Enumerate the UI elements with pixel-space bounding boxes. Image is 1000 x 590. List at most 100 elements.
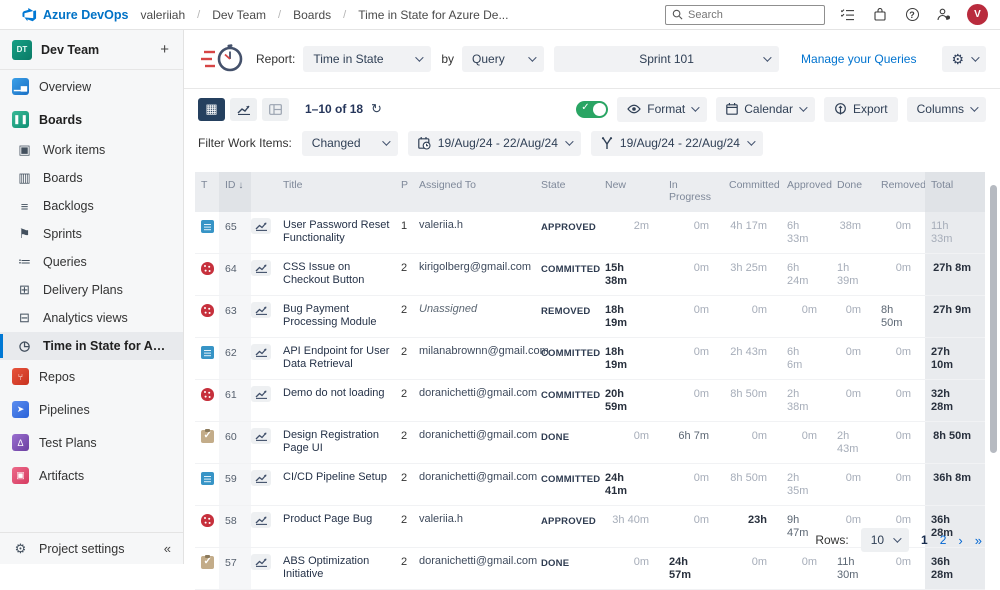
query-select[interactable]: Sprint 101 xyxy=(554,46,779,72)
breadcrumb-org[interactable]: valeriiah xyxy=(140,8,185,22)
col-done[interactable]: Done xyxy=(831,172,875,212)
sidebar-item-work-items[interactable]: ▣ Work items xyxy=(0,136,183,164)
collapse-sidebar-button[interactable]: « xyxy=(164,541,171,556)
task-list-icon[interactable] xyxy=(839,6,857,24)
sidebar-item-test-plans[interactable]: Δ Test Plans xyxy=(0,426,183,459)
col-in-progress[interactable]: In Progress xyxy=(663,172,723,212)
search-input[interactable] xyxy=(688,9,808,21)
report-select[interactable]: Time in State xyxy=(303,46,431,72)
row-chart-button[interactable] xyxy=(251,218,271,234)
row-chart-button[interactable] xyxy=(251,260,271,276)
sidebar-item-overview[interactable]: ▁▄ Overview xyxy=(0,70,183,103)
sidebar-item-boards[interactable]: ▥ Boards xyxy=(0,164,183,192)
fork-icon xyxy=(601,137,613,150)
col-priority[interactable]: P xyxy=(395,172,413,212)
col-type[interactable]: T xyxy=(195,172,219,212)
sidebar-item-sprints[interactable]: ⚑ Sprints xyxy=(0,220,183,248)
marketplace-bag-icon[interactable] xyxy=(871,6,889,24)
table-row[interactable]: 61 Demo do not loading 2 doranichetti@gm… xyxy=(195,380,985,422)
row-chart-button[interactable] xyxy=(251,470,271,486)
columns-button[interactable]: Columns xyxy=(907,97,986,122)
sidebar-item-delivery-plans[interactable]: ⊞ Delivery Plans xyxy=(0,276,183,304)
table-row[interactable]: 62 API Endpoint for User Data Retrieval … xyxy=(195,338,985,380)
report-label: Report: xyxy=(256,52,295,66)
time-new: 24h 41m xyxy=(599,464,663,505)
sidebar-item-boards-hub[interactable]: ❚❚ Boards xyxy=(0,103,183,136)
sidebar-item-artifacts[interactable]: ▣ Artifacts xyxy=(0,459,183,492)
page-2[interactable]: 2 xyxy=(940,533,947,547)
board-view-button[interactable] xyxy=(262,98,289,121)
table-row[interactable]: 57 ABS Optimization Initiative 2 doranic… xyxy=(195,548,985,590)
col-removed[interactable]: Removed xyxy=(875,172,925,212)
refresh-icon[interactable]: ↻ xyxy=(371,101,382,117)
row-chart-button[interactable] xyxy=(251,554,271,570)
col-assigned-to[interactable]: Assigned To xyxy=(413,172,535,212)
time-removed: 0m xyxy=(875,464,925,505)
sidebar-item-analytics-views[interactable]: ⊟ Analytics views xyxy=(0,304,183,332)
last-page-icon[interactable]: » xyxy=(975,533,982,548)
breadcrumb-project[interactable]: Dev Team xyxy=(212,8,266,22)
mode-select[interactable]: Query xyxy=(462,46,544,72)
row-chart-button[interactable] xyxy=(251,512,271,528)
sidebar-item-repos[interactable]: ⑂ Repos xyxy=(0,360,183,393)
work-item-title: Product Page Bug xyxy=(277,506,395,547)
row-chart-button[interactable] xyxy=(251,386,271,402)
sidebar-item-queries[interactable]: ≔ Queries xyxy=(0,248,183,276)
sidebar-item-backlogs[interactable]: ≡ Backlogs xyxy=(0,192,183,220)
export-button[interactable]: Export xyxy=(824,97,898,122)
line-chart-icon xyxy=(255,347,268,357)
page-1[interactable]: 1 xyxy=(921,533,928,547)
state-label: APPROVED xyxy=(535,506,599,547)
line-chart-icon xyxy=(255,221,268,231)
work-item-id: 58 xyxy=(225,515,237,528)
col-committed[interactable]: Committed xyxy=(723,172,781,212)
help-icon[interactable]: ? xyxy=(903,6,921,24)
breadcrumb-page[interactable]: Time in State for Azure De... xyxy=(358,8,508,22)
row-chart-button[interactable] xyxy=(251,428,271,444)
row-chart-button[interactable] xyxy=(251,302,271,318)
table-row[interactable]: 63 Bug Payment Processing Module 2 Unass… xyxy=(195,296,985,338)
breadcrumb-hub[interactable]: Boards xyxy=(293,8,331,22)
user-avatar[interactable]: V xyxy=(967,4,988,25)
project-settings[interactable]: ⚙ Project settings « xyxy=(0,532,183,564)
bug-icon xyxy=(201,304,214,317)
table-row[interactable]: 59 CI/CD Pipeline Setup 2 doranichetti@g… xyxy=(195,464,985,506)
sidebar-item-pipelines[interactable]: ➤ Pipelines xyxy=(0,393,183,426)
table-row[interactable]: 65 User Password Reset Functionality 1 v… xyxy=(195,212,985,254)
col-id[interactable]: ID ↓ xyxy=(219,172,251,212)
changed-filter-select[interactable]: Changed xyxy=(302,131,398,156)
grid-view-button[interactable]: ▦ xyxy=(198,98,225,121)
col-state[interactable]: State xyxy=(535,172,599,212)
manage-queries-link[interactable]: Manage your Queries xyxy=(801,52,916,66)
user-settings-icon[interactable] xyxy=(935,6,953,24)
search-box[interactable] xyxy=(665,5,825,25)
col-total[interactable]: Total xyxy=(925,172,985,212)
chart-view-button[interactable] xyxy=(230,98,257,121)
table-row[interactable]: 64 CSS Issue on Checkout Button 2 kirigo… xyxy=(195,254,985,296)
sidebar-item-time-in-state[interactable]: ◷ Time in State for Azure DevO... xyxy=(0,332,183,360)
col-title[interactable]: Title xyxy=(277,172,395,212)
table-header-row: T ID ↓ Title P Assigned To State New In … xyxy=(195,172,985,212)
priority: 2 xyxy=(395,296,413,337)
next-page-icon[interactable]: › xyxy=(958,533,962,548)
boards-icon: ▥ xyxy=(16,170,33,186)
sprint-range-select[interactable]: 19/Aug/24 - 22/Aug/24 xyxy=(591,131,763,156)
enabled-toggle[interactable]: ✓ xyxy=(576,101,608,118)
row-chart-button[interactable] xyxy=(251,344,271,360)
col-new[interactable]: New xyxy=(599,172,663,212)
azure-devops-home[interactable]: Azure DevOps xyxy=(22,7,128,22)
assigned-to: doranichetti@gmail.com xyxy=(413,464,535,505)
time-in-progress: 0m xyxy=(663,380,723,421)
priority: 2 xyxy=(395,422,413,463)
state-label: APPROVED xyxy=(535,212,599,253)
settings-dropdown-button[interactable]: ⚙ xyxy=(942,46,986,72)
add-panel-button[interactable]: + xyxy=(158,41,171,58)
calendar-button[interactable]: Calendar xyxy=(716,97,815,122)
date-range-select[interactable]: 19/Aug/24 - 22/Aug/24 xyxy=(408,131,581,156)
format-button[interactable]: Format xyxy=(617,97,707,122)
page-size-select[interactable]: 10 xyxy=(861,528,909,552)
time-new: 3h 40m xyxy=(599,506,663,547)
table-row[interactable]: 60 Design Registration Page UI 2 doranic… xyxy=(195,422,985,464)
col-approved[interactable]: Approved xyxy=(781,172,831,212)
vertical-scrollbar[interactable] xyxy=(990,185,997,453)
